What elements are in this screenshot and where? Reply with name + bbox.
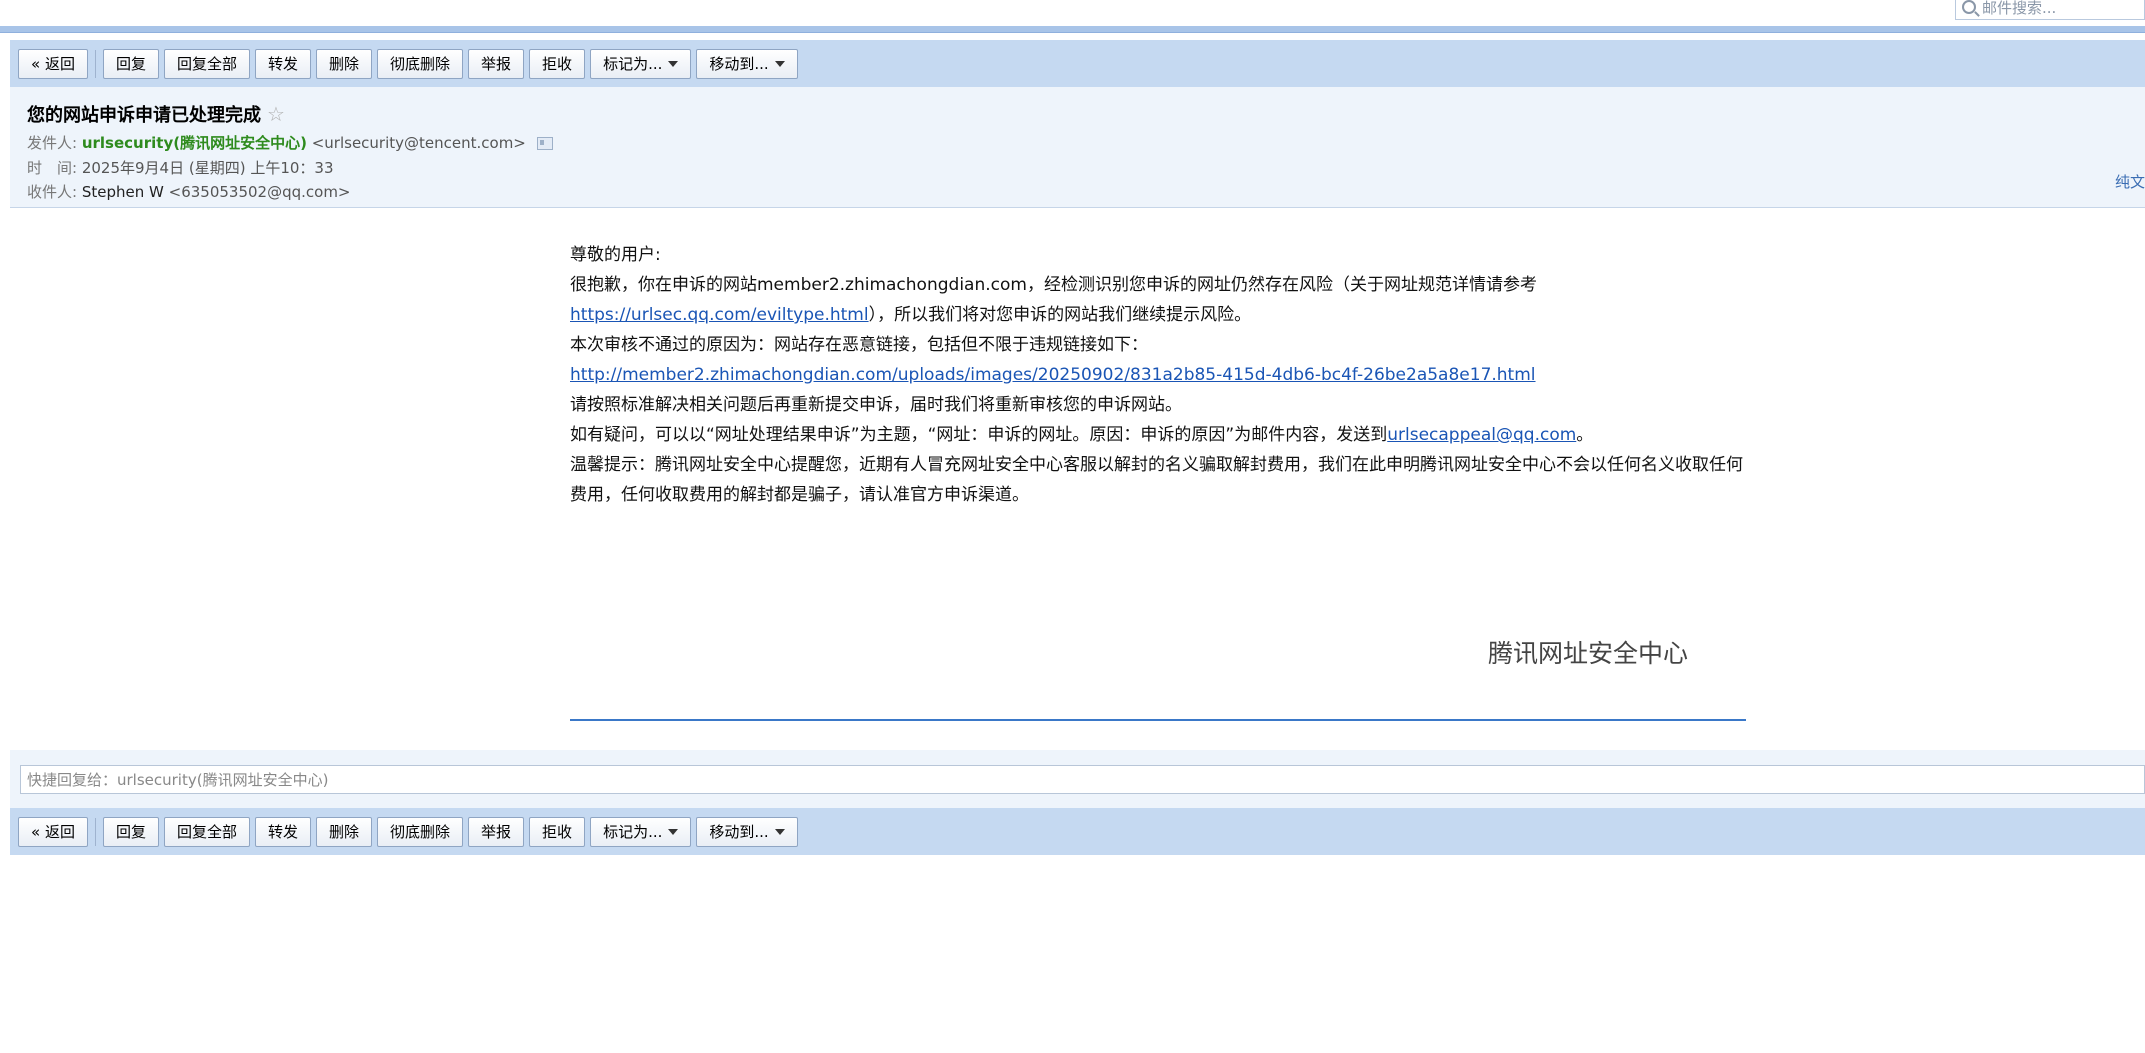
toolbar-separator <box>94 49 96 78</box>
quick-reply-placeholder: 快捷回复给：urlsecurity(腾讯网址安全中心) <box>27 771 329 789</box>
reply-button[interactable]: 回复 <box>102 816 159 847</box>
move-to-dropdown[interactable]: 移动到... <box>696 816 798 847</box>
body-line-4: 请按照标准解决相关问题后再重新提交申诉，届时我们将重新审核您的申诉网站。 <box>570 395 1182 415</box>
eviltype-link[interactable]: https://urlsec.qq.com/eviltype.html <box>570 305 869 325</box>
delete-permanently-button[interactable]: 彻底删除 <box>377 48 464 79</box>
report-button[interactable]: 举报 <box>468 48 525 79</box>
mail-search-input[interactable]: 邮件搜索... <box>1955 0 2145 20</box>
body-paragraph-1: 很抱歉，你在申诉的网站member2.zhimachongdian.com，经检… <box>570 270 1746 330</box>
body-line-5-pre: 如有疑问，可以以“网址处理结果申诉”为主题，“网址：申诉的网址。原因：申诉的原因… <box>570 425 1388 445</box>
recipient-address: <635053502@qq.com> <box>168 183 351 201</box>
delete-button[interactable]: 删除 <box>316 816 373 847</box>
to-label: 收件人: <box>27 183 78 201</box>
reject-button[interactable]: 拒收 <box>529 48 586 79</box>
mark-as-label: 标记为... <box>603 823 663 841</box>
top-divider <box>0 26 2145 33</box>
body-line-1: 很抱歉，你在申诉的网站member2.zhimachongdian.com，经检… <box>570 275 1537 295</box>
body-line-6: 温馨提示：腾讯网址安全中心提醒您，近期有人冒充网址安全中心客服以解封的名义骗取解… <box>570 455 1743 505</box>
body-line-2: ），所以我们将对您申诉的网站我们继续提示风险。 <box>868 305 1252 325</box>
reply-all-button[interactable]: 回复全部 <box>163 48 250 79</box>
appeal-email-link[interactable]: urlsecappeal@qq.com <box>1387 425 1576 445</box>
time-value: 2025年9月4日 (星期四) 上午10：33 <box>81 159 334 177</box>
move-to-label: 移动到... <box>709 55 769 73</box>
time-label: 时 间: <box>27 159 78 177</box>
mark-as-dropdown[interactable]: 标记为... <box>590 816 692 847</box>
contact-card-icon[interactable] <box>536 137 553 150</box>
violating-url-link[interactable]: http://member2.zhimachongdian.com/upload… <box>570 365 1536 385</box>
mail-toolbar-bottom: « 返回 回复 回复全部 转发 删除 彻底删除 举报 拒收 标记为... 移动到… <box>10 808 2145 855</box>
signature: 腾讯网址安全中心 <box>1488 639 1689 668</box>
plain-text-link[interactable]: 纯文 <box>2115 171 2145 192</box>
sender-address: <urlsecurity@tencent.com> <box>311 134 526 152</box>
body-line-3: 本次审核不通过的原因为：网站存在恶意链接，包括但不限于违规链接如下： <box>570 335 1148 355</box>
quick-reply-input[interactable]: 快捷回复给：urlsecurity(腾讯网址安全中心) <box>20 765 2145 794</box>
greeting: 尊敬的用户: <box>570 245 661 265</box>
mark-as-label: 标记为... <box>603 55 663 73</box>
to-row: 收件人: Stephen W <635053502@qq.com> <box>27 181 351 202</box>
chevron-down-icon <box>774 60 785 67</box>
reply-all-button[interactable]: 回复全部 <box>163 816 250 847</box>
star-icon[interactable]: ☆ <box>267 102 285 126</box>
search-placeholder: 邮件搜索... <box>1982 0 2057 17</box>
top-bar <box>0 0 2145 26</box>
report-button[interactable]: 举报 <box>468 816 525 847</box>
sender-name[interactable]: urlsecurity(腾讯网址安全中心) <box>82 134 307 152</box>
body-line-5-post: 。 <box>1576 425 1594 445</box>
mail-header: 您的网站申诉申请已处理完成 ☆ 发件人: urlsecurity(腾讯网址安全中… <box>10 87 2145 208</box>
forward-button[interactable]: 转发 <box>254 48 311 79</box>
from-row: 发件人: urlsecurity(腾讯网址安全中心) <urlsecurity@… <box>27 132 553 153</box>
mark-as-dropdown[interactable]: 标记为... <box>590 48 692 79</box>
delete-button[interactable]: 删除 <box>316 48 373 79</box>
mail-body: 尊敬的用户: 很抱歉，你在申诉的网站member2.zhimachongdian… <box>570 240 1746 510</box>
chevron-down-icon <box>774 828 785 835</box>
chevron-down-icon <box>668 60 679 67</box>
reject-button[interactable]: 拒收 <box>529 816 586 847</box>
from-label: 发件人: <box>27 134 78 152</box>
delete-permanently-button[interactable]: 彻底删除 <box>377 816 464 847</box>
body-paragraph-5: 如有疑问，可以以“网址处理结果申诉”为主题，“网址：申诉的网址。原因：申诉的原因… <box>570 420 1746 450</box>
mail-toolbar-top: « 返回 回复 回复全部 转发 删除 彻底删除 举报 拒收 标记为... 移动到… <box>10 40 2145 87</box>
chevron-down-icon <box>668 828 679 835</box>
forward-button[interactable]: 转发 <box>254 816 311 847</box>
back-button[interactable]: « 返回 <box>18 816 88 847</box>
signature-divider <box>570 719 1746 721</box>
back-button[interactable]: « 返回 <box>18 48 88 79</box>
recipient-name[interactable]: Stephen W <box>82 183 164 201</box>
time-row: 时 间: 2025年9月4日 (星期四) 上午10：33 <box>27 157 334 178</box>
move-to-dropdown[interactable]: 移动到... <box>696 48 798 79</box>
subject-text: 您的网站申诉申请已处理完成 <box>27 105 261 126</box>
reply-button[interactable]: 回复 <box>102 48 159 79</box>
move-to-label: 移动到... <box>709 823 769 841</box>
toolbar-separator <box>94 817 96 846</box>
search-icon <box>1962 0 1976 14</box>
mail-subject: 您的网站申诉申请已处理完成 ☆ <box>27 101 285 127</box>
